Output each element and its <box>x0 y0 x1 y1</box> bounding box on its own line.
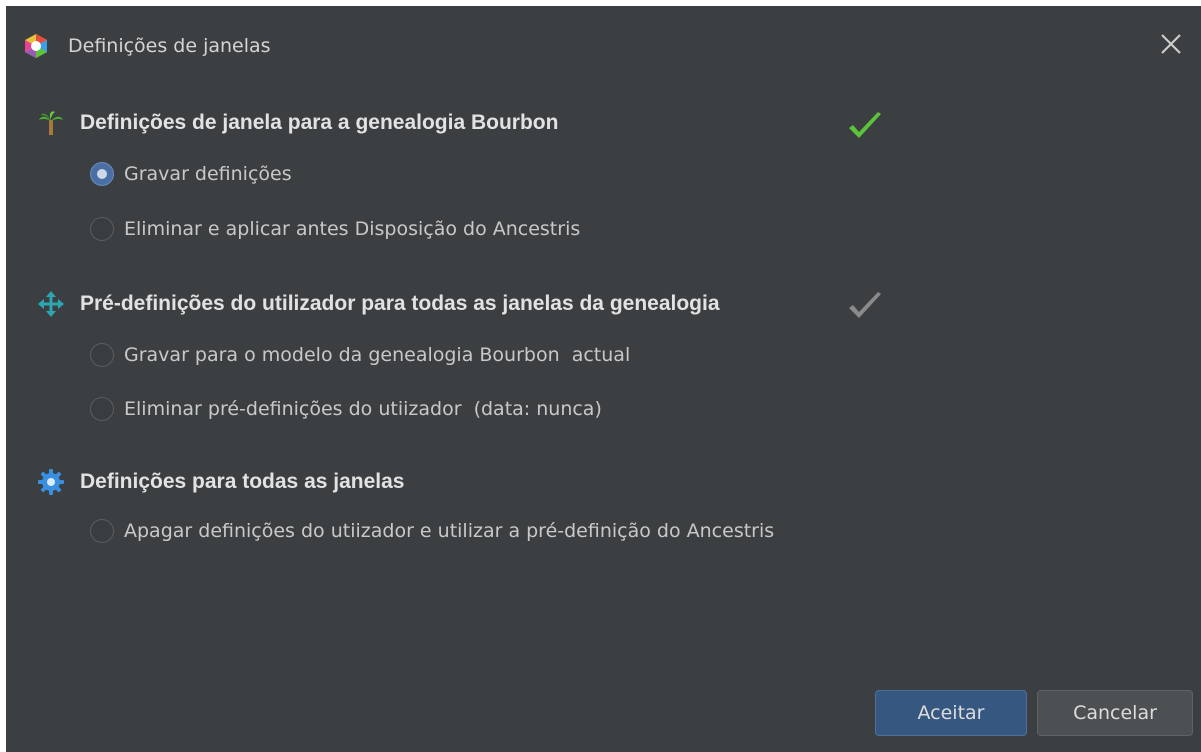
ancestris-hexagon-icon <box>25 34 47 58</box>
gray-checkmark-icon <box>849 292 881 318</box>
window-settings-dialog: Definições de janelas Definições de jane… <box>6 6 1201 752</box>
radio-button[interactable] <box>90 343 114 367</box>
close-icon[interactable] <box>1157 30 1185 58</box>
title-bar: Definições de janelas <box>6 6 1201 72</box>
window-title: Definições de janelas <box>68 35 271 57</box>
gear-icon <box>38 469 64 495</box>
option-label: Gravar para o modelo da genealogia Bourb… <box>124 344 631 366</box>
radio-button[interactable] <box>90 397 114 421</box>
option-label: Eliminar pré-definições do utiizador (da… <box>124 398 602 420</box>
option-reset-to-ancestris-default[interactable]: Apagar definições do utiizador e utiliza… <box>90 516 774 546</box>
section-title-user-presets: Pré-definições do utilizador para todas … <box>80 292 720 315</box>
option-label: Eliminar e aplicar antes Disposição do A… <box>124 218 581 240</box>
option-delete-apply-ancestris-layout[interactable]: Eliminar e aplicar antes Disposição do A… <box>90 214 580 244</box>
option-delete-user-presets[interactable]: Eliminar pré-definições do utiizador (da… <box>90 394 602 424</box>
option-label: Apagar definições do utiizador e utiliza… <box>124 520 775 542</box>
section-header-all-windows: Definições para todas as janelas <box>38 467 404 497</box>
palm-tree-icon <box>39 111 63 135</box>
section-title-all-windows: Definições para todas as janelas <box>80 470 405 493</box>
radio-button[interactable] <box>90 519 114 543</box>
section-header-genealogy-window: Definições de janela para a genealogia B… <box>38 108 558 138</box>
section-title-genealogy-window: Definições de janela para a genealogia B… <box>80 111 559 134</box>
radio-button[interactable] <box>90 217 114 241</box>
cancel-button[interactable]: Cancelar <box>1037 690 1193 736</box>
green-checkmark-icon <box>849 112 881 138</box>
radio-button-selected[interactable] <box>90 162 114 186</box>
option-label: Gravar definições <box>124 163 292 185</box>
option-save-to-genealogy-model[interactable]: Gravar para o modelo da genealogia Bourb… <box>90 340 630 370</box>
move-arrows-icon <box>38 291 64 317</box>
section-header-user-presets: Pré-definições do utilizador para todas … <box>38 289 720 319</box>
accept-button[interactable]: Aceitar <box>875 690 1027 736</box>
option-save-settings[interactable]: Gravar definições <box>90 159 292 189</box>
